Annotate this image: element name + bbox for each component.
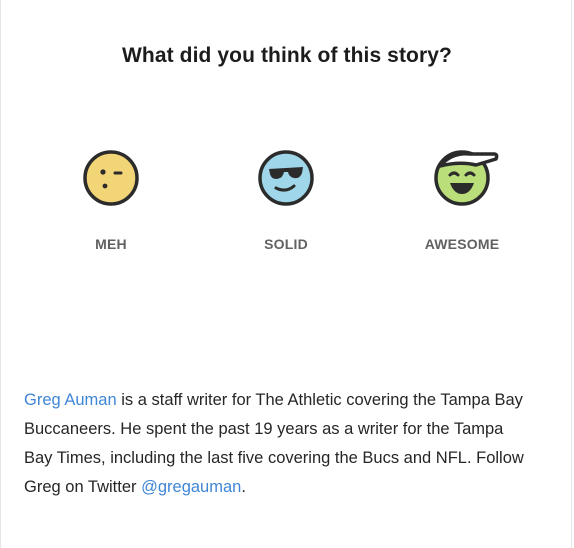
laughing-cap-face-icon: [434, 150, 499, 206]
reaction-awesome-label: AWESOME: [424, 236, 500, 252]
author-bio-end: .: [241, 478, 246, 496]
reaction-solid-button[interactable]: SOLID: [216, 146, 356, 252]
reaction-options: MEH SOLID AWESOME: [0, 146, 574, 266]
reaction-meh-label: MEH: [95, 236, 127, 252]
reaction-awesome-button[interactable]: AWESOME: [392, 146, 532, 252]
sunglasses-face-icon: [258, 150, 314, 206]
reaction-solid-label: SOLID: [264, 236, 308, 252]
twitter-handle-link[interactable]: @gregauman: [141, 478, 241, 496]
meh-face-icon: [83, 150, 139, 206]
author-name-link[interactable]: Greg Auman: [24, 391, 117, 409]
reaction-meh-button[interactable]: MEH: [41, 146, 181, 252]
survey-question: What did you think of this story?: [122, 44, 452, 67]
author-bio: Greg Auman is a staff writer for The Ath…: [24, 386, 524, 502]
